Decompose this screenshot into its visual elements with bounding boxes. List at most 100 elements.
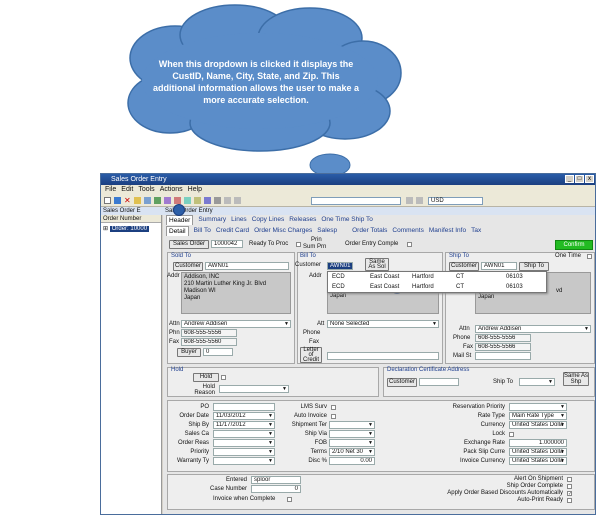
sold-to-customer-field[interactable]: AWN01 [205, 262, 289, 270]
tab-header[interactable]: Header [166, 215, 194, 225]
subbar-tab[interactable]: Sales Order E [103, 207, 141, 215]
ship-via-select[interactable]: ▼ [329, 430, 375, 438]
search-combo[interactable] [311, 197, 401, 205]
bill-to-attn-select[interactable]: None Selected ▼ [327, 320, 439, 328]
tab-bill-to[interactable]: Bill To [194, 226, 211, 236]
menu-help[interactable]: Help [188, 185, 202, 195]
last-record-icon[interactable] [416, 197, 423, 204]
chevron-down-icon[interactable]: ▼ [268, 458, 273, 464]
bill-to-customer-dropdown[interactable]: AWN01 [327, 262, 353, 270]
save-icon[interactable] [114, 197, 121, 204]
tab-copy-lines[interactable]: Copy Lines [252, 215, 285, 225]
chevron-down-icon[interactable]: ▼ [560, 422, 565, 428]
chevron-down-icon[interactable]: ▼ [368, 431, 373, 437]
ready-to-proc-checkbox[interactable] [296, 242, 301, 247]
auto-print-ready-checkbox[interactable] [567, 498, 572, 503]
chevron-down-icon[interactable]: ▼ [368, 449, 373, 455]
case-number-field[interactable]: 0 [251, 485, 301, 493]
tab-tax[interactable]: Tax [471, 226, 481, 236]
chevron-down-icon[interactable]: ▼ [268, 440, 273, 446]
po-field[interactable] [213, 403, 275, 411]
chevron-down-icon[interactable]: ▼ [268, 422, 273, 428]
sold-to-customer-button[interactable]: Customer [173, 262, 203, 271]
order-date-field[interactable]: 11/03/2012 ▼ [213, 412, 275, 420]
hold-checkbox[interactable] [221, 375, 226, 380]
tab-salesperson[interactable]: Salesp [317, 226, 337, 236]
tree-node-order[interactable]: ⊞ Order: 10000 [103, 225, 150, 232]
print-icon[interactable] [164, 197, 171, 204]
open-icon[interactable] [134, 197, 141, 204]
same-as-ship-button[interactable]: Same As Shp [563, 372, 589, 386]
ship-to-phone-field[interactable]: 608-555-5556 [475, 334, 531, 342]
chevron-down-icon[interactable]: ▼ [548, 379, 553, 385]
declaration-customer-field[interactable] [419, 378, 459, 386]
order-entry-complete-checkbox[interactable] [407, 242, 412, 247]
tab-lines[interactable]: Lines [231, 215, 247, 225]
sales-cat-select[interactable]: ▼ [213, 430, 275, 438]
ship-to-customer-field[interactable]: AWN01 [481, 262, 517, 270]
tab-order-misc-charges[interactable]: Order Misc Charges [254, 226, 312, 236]
chevron-down-icon[interactable]: ▼ [268, 449, 273, 455]
fob-select[interactable]: ▼ [329, 439, 375, 447]
ship-to-customer-button[interactable]: Customer [449, 262, 479, 271]
tab-manifest-info[interactable]: Manifest Info [429, 226, 466, 236]
ship-by-field[interactable]: 11/17/2012 ▼ [213, 421, 275, 429]
tab-releases[interactable]: Releases [289, 215, 316, 225]
next-record-icon[interactable] [406, 197, 413, 204]
copy-icon[interactable] [184, 197, 191, 204]
chevron-down-icon[interactable]: ▼ [560, 413, 565, 419]
lms-surv-checkbox[interactable] [331, 405, 336, 410]
tab-summary[interactable]: Summary [198, 215, 226, 225]
discount-field[interactable]: 0.00 [329, 457, 375, 465]
currency-select[interactable]: USD [428, 197, 483, 205]
chevron-down-icon[interactable]: ▼ [282, 386, 287, 392]
reservation-priority-select[interactable]: ▼ [509, 403, 567, 411]
chevron-down-icon[interactable]: ▼ [560, 449, 565, 455]
chevron-down-icon[interactable]: ▼ [268, 413, 273, 419]
prev-record-icon[interactable] [234, 197, 241, 204]
expand-icon[interactable]: ⊞ [103, 226, 108, 232]
confirm-button[interactable]: Confirm [555, 240, 593, 250]
paste-icon[interactable] [194, 197, 201, 204]
order-reason-select[interactable]: ▼ [213, 439, 275, 447]
one-time-checkbox[interactable] [587, 254, 592, 259]
ship-order-complete-checkbox[interactable] [567, 484, 572, 489]
invoice-when-complete-checkbox[interactable] [287, 497, 292, 502]
tab-order-totals[interactable]: Order Totals [352, 226, 387, 236]
lock-checkbox[interactable] [509, 432, 514, 437]
dropdown-row[interactable]: ECD East Coast Hartford CT 06103 [328, 273, 546, 282]
entered-field[interactable]: sploor [251, 476, 301, 484]
menu-tools[interactable]: Tools [138, 185, 154, 195]
bill-to-extra-field[interactable] [327, 352, 439, 360]
menu-edit[interactable]: Edit [121, 185, 133, 195]
tab-comments[interactable]: Comments [392, 226, 423, 236]
alert-on-shipment-checkbox[interactable] [567, 477, 572, 482]
declaration-ship-to-select[interactable]: ▼ [519, 378, 555, 386]
same-as-sold-to-button[interactable]: Same As Sol [365, 258, 389, 271]
chevron-down-icon[interactable]: ▼ [368, 422, 373, 428]
rate-type-select[interactable]: Main Rate Type ▼ [509, 412, 567, 420]
auto-invoice-checkbox[interactable] [331, 414, 336, 419]
sales-order-button[interactable]: Sales Order [169, 240, 209, 249]
chevron-down-icon[interactable]: ▼ [560, 404, 565, 410]
terms-select[interactable]: 2/10 Net 30 ▼ [329, 448, 375, 456]
find-icon[interactable] [214, 197, 221, 204]
chevron-down-icon[interactable]: ▼ [284, 321, 289, 327]
first-record-icon[interactable] [224, 197, 231, 204]
sold-to-fax-field[interactable]: 608-555-5560 [181, 338, 237, 346]
declaration-customer-button[interactable]: Customer [387, 378, 417, 387]
currency-select-field[interactable]: United States Dolla ▼ [509, 421, 567, 429]
new-icon[interactable] [104, 197, 111, 204]
sold-to-attn-select[interactable]: Andrew Addisen ▼ [181, 320, 291, 328]
order-number-field[interactable]: 1000042 [211, 240, 243, 248]
letter-of-credit-button[interactable]: Letter of Credit [300, 347, 322, 363]
ship-to-button[interactable]: Ship To [519, 262, 549, 271]
tab-detail[interactable]: Detail [166, 226, 189, 236]
chevron-down-icon[interactable]: ▼ [432, 321, 437, 327]
warranty-type-select[interactable]: ▼ [213, 457, 275, 465]
dropdown-row[interactable]: ECD East Coast Hartford CT 06103 [328, 283, 546, 292]
chevron-down-icon[interactable]: ▼ [368, 440, 373, 446]
tab-one-time-ship-to[interactable]: One Time Ship To [321, 215, 373, 225]
chevron-down-icon[interactable]: ▼ [584, 326, 589, 332]
tab-credit-card[interactable]: Credit Card [216, 226, 249, 236]
